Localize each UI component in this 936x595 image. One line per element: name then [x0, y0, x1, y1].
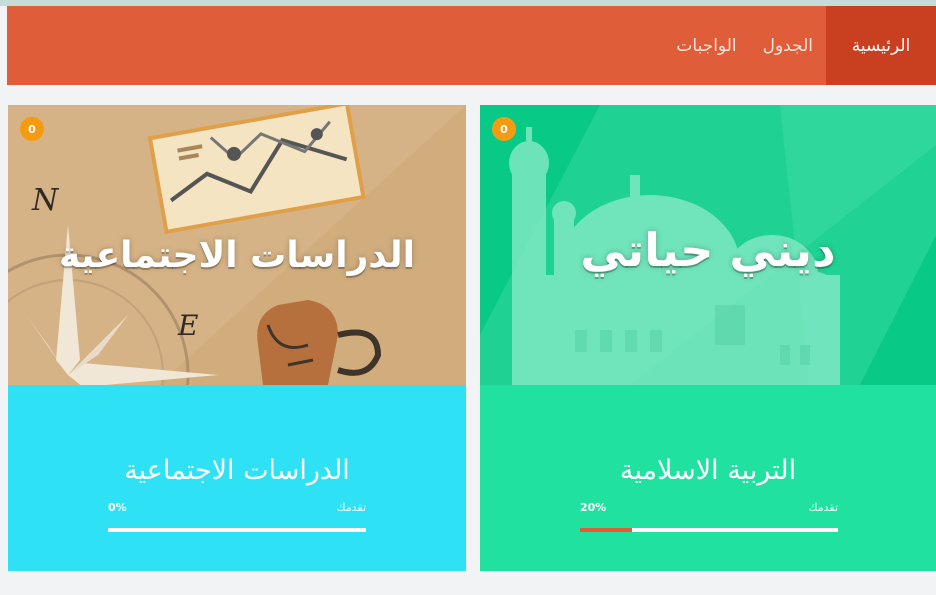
nav-item-assignments[interactable]: الواجبات: [663, 6, 749, 85]
svg-text:N: N: [31, 183, 60, 218]
course-body-islamic[interactable]: التربية الاسلامية تقدمك 20%: [480, 385, 936, 571]
main-navbar: الرئيسية الجدول الواجبات: [7, 6, 936, 85]
course-banner-text-social-studies: الدراسات الاجتماعية: [59, 235, 415, 276]
course-image-islamic[interactable]: دیني حياتي 0: [480, 105, 936, 385]
nav-item-schedule[interactable]: الجدول: [750, 6, 826, 85]
progress-bar-social-studies: [108, 528, 366, 532]
course-title-islamic[interactable]: التربية الاسلامية: [480, 455, 936, 486]
progress-fill: [580, 528, 632, 532]
nav-item-home[interactable]: الرئيسية: [826, 6, 936, 85]
progress-value: 20%: [580, 501, 607, 514]
progress-row-social-studies: تقدمك 0%: [108, 501, 366, 515]
course-banner-text-islamic: دیني حياتي: [580, 223, 836, 277]
course-image-social-studies[interactable]: N E الدراسات الاجتماعية 0: [8, 105, 466, 385]
progress-label: تقدمك: [808, 501, 838, 514]
course-title-social-studies[interactable]: الدراسات الاجتماعية: [8, 455, 466, 486]
course-card-social-studies[interactable]: N E الدراسات الاجتماعية 0 الدراسات الاجت…: [8, 105, 466, 571]
notification-badge: 0: [492, 117, 516, 141]
svg-text:E: E: [177, 309, 198, 342]
progress-row-islamic: تقدمك 20%: [580, 501, 838, 515]
notification-badge: 0: [20, 117, 44, 141]
course-body-social-studies[interactable]: الدراسات الاجتماعية تقدمك 0%: [8, 385, 466, 571]
progress-bar-islamic: [580, 528, 838, 532]
course-card-islamic[interactable]: دیني حياتي 0 التربية الاسلامية تقدمك 20%: [480, 105, 936, 571]
progress-label: تقدمك: [336, 501, 366, 514]
progress-value: 0%: [108, 501, 127, 514]
